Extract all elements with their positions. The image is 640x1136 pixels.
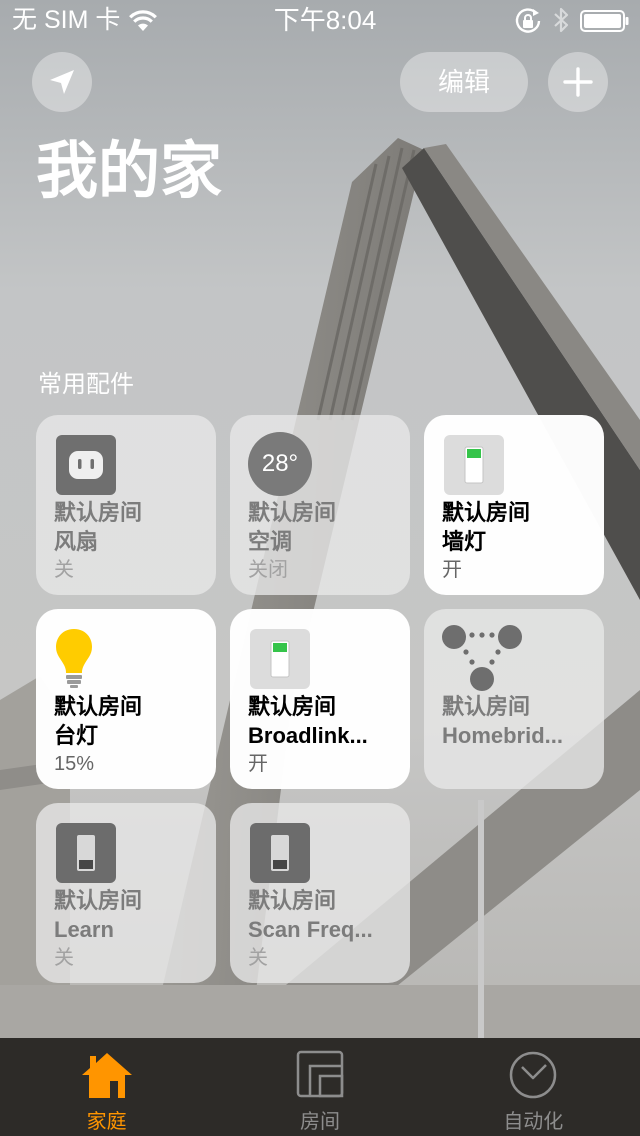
tile-labels: 默认房间 Learn 关	[54, 886, 208, 973]
accessory-tile-air-conditioner[interactable]: 28° 默认房间 空调 关闭	[230, 415, 410, 595]
tile-status-label: 关	[54, 559, 74, 581]
tile-labels: 默认房间 Scan Freq... 关	[248, 886, 402, 973]
tab-automation[interactable]: 自动化	[427, 1038, 640, 1136]
tab-label: 家庭	[86, 1111, 127, 1133]
tile-name-label: Learn	[54, 917, 114, 942]
tile-status-label: 关	[54, 947, 74, 969]
tile-status-label: 开	[442, 559, 462, 581]
bridge-icon	[442, 625, 522, 691]
bluetooth-icon	[554, 7, 569, 33]
plus-icon	[563, 67, 593, 97]
tile-labels: 默认房间 台灯 15%	[54, 692, 208, 779]
tile-room-label: 默认房间	[248, 500, 337, 525]
tile-name-label: 台灯	[54, 723, 99, 748]
tile-labels: 默认房间 空调 关闭	[248, 498, 402, 585]
tab-label: 房间	[299, 1111, 340, 1133]
edit-button[interactable]: 编辑	[400, 52, 528, 112]
tile-room-label: 默认房间	[54, 888, 143, 913]
tile-name-label: Broadlink...	[248, 723, 368, 748]
switch-icon	[444, 435, 504, 495]
clock-time: 下午8:04	[273, 5, 377, 35]
accessory-tile-scan-frequency[interactable]: 默认房间 Scan Freq... 关	[230, 803, 410, 983]
tile-labels: 默认房间 Homebrid...	[442, 692, 596, 750]
accessory-tile-learn[interactable]: 默认房间 Learn 关	[36, 803, 216, 983]
switch-icon	[250, 823, 310, 883]
location-arrow-icon	[50, 70, 74, 94]
thermostat-icon: 28°	[248, 432, 312, 496]
tile-name-label: Homebrid...	[442, 723, 564, 748]
lightbulb-icon	[56, 629, 92, 688]
accessory-tile-broadlink[interactable]: 默认房间 Broadlink... 开	[230, 609, 410, 789]
rooms-icon	[296, 1050, 344, 1098]
tile-room-label: 默认房间	[54, 694, 143, 719]
tab-rooms[interactable]: 房间	[213, 1038, 426, 1136]
tile-room-label: 默认房间	[248, 888, 337, 913]
accessory-tile-fan[interactable]: 默认房间 风扇 关	[36, 415, 216, 595]
tile-status-label: 开	[248, 753, 268, 775]
tile-labels: 默认房间 Broadlink... 开	[248, 692, 402, 779]
add-button[interactable]	[548, 52, 608, 112]
rotation-lock-icon	[515, 8, 541, 33]
tile-room-label: 默认房间	[442, 694, 531, 719]
accessory-tile-homebridge[interactable]: 默认房间 Homebrid...	[424, 609, 604, 789]
clock-icon	[510, 1051, 557, 1099]
tile-name-label: 风扇	[54, 529, 99, 554]
section-heading: 常用配件	[38, 371, 134, 398]
accessory-tile-wall-light[interactable]: 默认房间 墙灯 开	[424, 415, 604, 595]
tile-name-label: Scan Freq...	[248, 917, 373, 942]
tile-labels: 默认房间 墙灯 开	[442, 498, 596, 585]
status-bar: 无 SIM 卡 下午8:04	[0, 0, 640, 40]
tab-label: 自动化	[503, 1111, 564, 1133]
switch-icon	[56, 823, 116, 883]
tile-name-label: 空调	[248, 529, 293, 554]
battery-icon	[580, 10, 629, 32]
carrier-label: 无 SIM 卡	[12, 6, 121, 34]
tab-home[interactable]: 家庭	[0, 1038, 213, 1136]
tile-labels: 默认房间 风扇 关	[54, 498, 208, 585]
location-button[interactable]	[32, 52, 92, 112]
accessory-tile-desk-lamp[interactable]: 默认房间 台灯 15%	[36, 609, 216, 789]
tile-status-label: 关	[248, 947, 268, 969]
tile-room-label: 默认房间	[248, 694, 337, 719]
outlet-icon	[56, 435, 116, 495]
tile-status-label: 关闭	[248, 559, 288, 581]
page-title: 我的家	[36, 137, 223, 206]
wifi-icon	[129, 10, 157, 31]
house-icon	[81, 1053, 132, 1098]
tile-status-label: 15%	[54, 753, 95, 775]
tile-room-label: 默认房间	[54, 500, 143, 525]
tile-name-label: 墙灯	[442, 529, 487, 554]
tab-bar: 家庭 房间 自动化	[0, 1038, 640, 1136]
tile-room-label: 默认房间	[442, 500, 531, 525]
favorites-grid: 默认房间 风扇 关 28° 默认房间 空调 关闭 默认房间 墙灯 开 默认房间 …	[36, 415, 604, 983]
switch-icon	[250, 629, 310, 689]
